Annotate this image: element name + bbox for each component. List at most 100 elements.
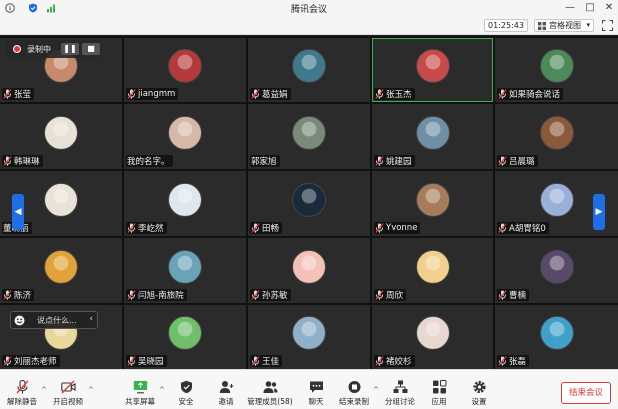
chat-input[interactable]: 说点什么... — [37, 315, 77, 326]
participant-tile[interactable]: 韩琳琳 — [0, 104, 122, 169]
mic-muted-icon — [498, 223, 507, 233]
chat-button[interactable]: 聊天 — [296, 380, 336, 408]
security-button[interactable]: 安全 — [166, 380, 206, 408]
participant-name: 姚建园 — [386, 157, 412, 167]
close-icon[interactable]: ✕ — [601, 1, 617, 15]
avatar — [539, 249, 574, 284]
mic-muted-icon — [498, 290, 507, 300]
participant-name: 刘丽杰老师 — [14, 357, 57, 367]
apps-button[interactable]: 应用 — [419, 380, 459, 408]
previous-page-button[interactable]: ◀ — [12, 194, 24, 230]
participant-nameplate: 郭家旭 — [250, 155, 280, 167]
avatar — [415, 315, 450, 350]
avatar — [168, 182, 202, 217]
participant-tile[interactable]: 闫旭-南旅院 — [124, 238, 246, 303]
collapse-chevron-icon[interactable]: ‹ — [89, 314, 93, 324]
participant-name: 周欣 — [386, 291, 404, 301]
participant-name: 韩琳琳 — [14, 157, 40, 167]
settings-button[interactable]: 设置 — [459, 380, 499, 408]
participant-name: 吕晨璐 — [509, 157, 535, 167]
record-options-chevron-icon[interactable]: ^ — [373, 386, 379, 394]
participant-nameplate: 孙苏敏 — [250, 289, 291, 301]
pause-recording-button[interactable]: ❚❚ — [61, 43, 79, 55]
next-page-button[interactable]: ▶ — [593, 194, 605, 230]
avatar — [415, 48, 450, 83]
maximize-icon[interactable]: □ — [582, 1, 598, 15]
avatar — [292, 115, 326, 150]
participant-tile[interactable]: 李屹然 — [124, 171, 246, 236]
end-meeting-button[interactable]: 结束会议 — [561, 382, 611, 404]
emoji-icon[interactable] — [14, 315, 25, 326]
mic-muted-icon — [127, 290, 136, 300]
breakout-rooms-button[interactable]: 分组讨论 — [380, 380, 420, 408]
avatar — [292, 182, 326, 217]
breakout-icon — [393, 380, 407, 393]
participant-tile[interactable]: 周欣 — [372, 238, 493, 303]
share-options-chevron-icon[interactable]: ^ — [159, 386, 165, 394]
participant-tile[interactable]: jiangmm — [124, 38, 246, 102]
avatar — [292, 249, 326, 284]
grid-icon — [538, 22, 546, 30]
mic-muted-icon — [251, 223, 260, 233]
participant-tile[interactable]: 曹楠 — [495, 238, 618, 303]
audio-options-chevron-icon[interactable]: ^ — [41, 386, 47, 394]
participant-tile[interactable]: 吴晓园 — [124, 305, 246, 369]
avatar — [539, 315, 574, 350]
meeting-info-bar: 01:25:43 宫格视图 ▾ — [0, 16, 618, 35]
quick-chat-box[interactable]: 说点什么... ‹ — [10, 311, 98, 329]
participant-tile[interactable]: 葛益娟 — [248, 38, 370, 102]
participant-tile[interactable]: 陈济 — [0, 238, 122, 303]
record-dot-icon — [13, 45, 21, 53]
mic-muted-icon — [498, 156, 507, 166]
manage-members-label: 管理成员(58) — [247, 397, 293, 406]
unmute-label: 解除静音 — [7, 397, 37, 406]
participant-tile[interactable]: 张磊 — [495, 305, 618, 369]
chevron-down-icon: ▾ — [586, 21, 590, 29]
participant-nameplate: 姚建园 — [374, 155, 415, 167]
minimize-icon[interactable]: — — [562, 1, 578, 15]
avatar — [415, 182, 450, 217]
start-video-label: 开启视频 — [53, 397, 83, 406]
participant-tile[interactable]: 王佳 — [248, 305, 370, 369]
members-icon — [263, 381, 277, 393]
view-mode-button[interactable]: 宫格视图 ▾ — [534, 19, 594, 32]
video-options-chevron-icon[interactable]: ^ — [88, 386, 94, 394]
stop-recording-toolbar-button[interactable]: 结束录制 — [334, 380, 374, 408]
participant-nameplate: 李屹然 — [126, 222, 167, 234]
invite-button[interactable]: 邀请 — [206, 380, 246, 408]
breakout-rooms-label: 分组讨论 — [385, 397, 415, 406]
share-screen-button[interactable]: 共享屏幕 — [120, 380, 160, 408]
participant-tile[interactable]: Yvonne — [372, 171, 493, 236]
participant-name: 褚姣杉 — [386, 357, 412, 367]
participant-tile[interactable]: 田畅 — [248, 171, 370, 236]
mic-muted-icon — [127, 89, 136, 99]
invite-user-icon — [219, 381, 233, 393]
mic-muted-icon — [251, 290, 260, 300]
mic-muted-icon — [375, 223, 384, 233]
camera-off-icon — [60, 380, 76, 394]
start-video-button[interactable]: 开启视频 — [48, 380, 88, 408]
mic-muted-icon — [3, 156, 12, 166]
participant-tile[interactable]: 孙苏敏 — [248, 238, 370, 303]
participant-tile[interactable]: 吕晨璐 — [495, 104, 618, 169]
participant-tile[interactable]: 姚建园 — [372, 104, 493, 169]
gear-icon — [472, 380, 486, 394]
participant-nameplate: 张玉杰 — [374, 88, 415, 100]
recording-indicator: 录制中 ❚❚ ■ — [6, 40, 102, 58]
participant-tile[interactable]: 我的名字。 — [124, 104, 246, 169]
fullscreen-icon[interactable] — [602, 20, 613, 31]
avatar — [168, 115, 202, 150]
unmute-button[interactable]: 解除静音 — [2, 380, 42, 408]
participant-name: A胡胃铭0 — [509, 224, 546, 234]
participant-tile[interactable]: 郭家旭 — [248, 104, 370, 169]
participant-nameplate: 刘丽杰老师 — [2, 355, 60, 367]
participant-tile[interactable]: 褚姣杉 — [372, 305, 493, 369]
participant-tile[interactable]: 张玉杰 — [372, 38, 493, 102]
stop-recording-button[interactable]: ■ — [82, 43, 100, 55]
participant-nameplate: 田畅 — [250, 222, 283, 234]
manage-members-button[interactable]: 管理成员(58) — [246, 380, 294, 408]
participant-tile[interactable]: 如果骑会说话 — [495, 38, 618, 102]
apps-label: 应用 — [431, 397, 447, 406]
avatar — [415, 115, 450, 150]
participant-name: 王佳 — [262, 357, 280, 367]
